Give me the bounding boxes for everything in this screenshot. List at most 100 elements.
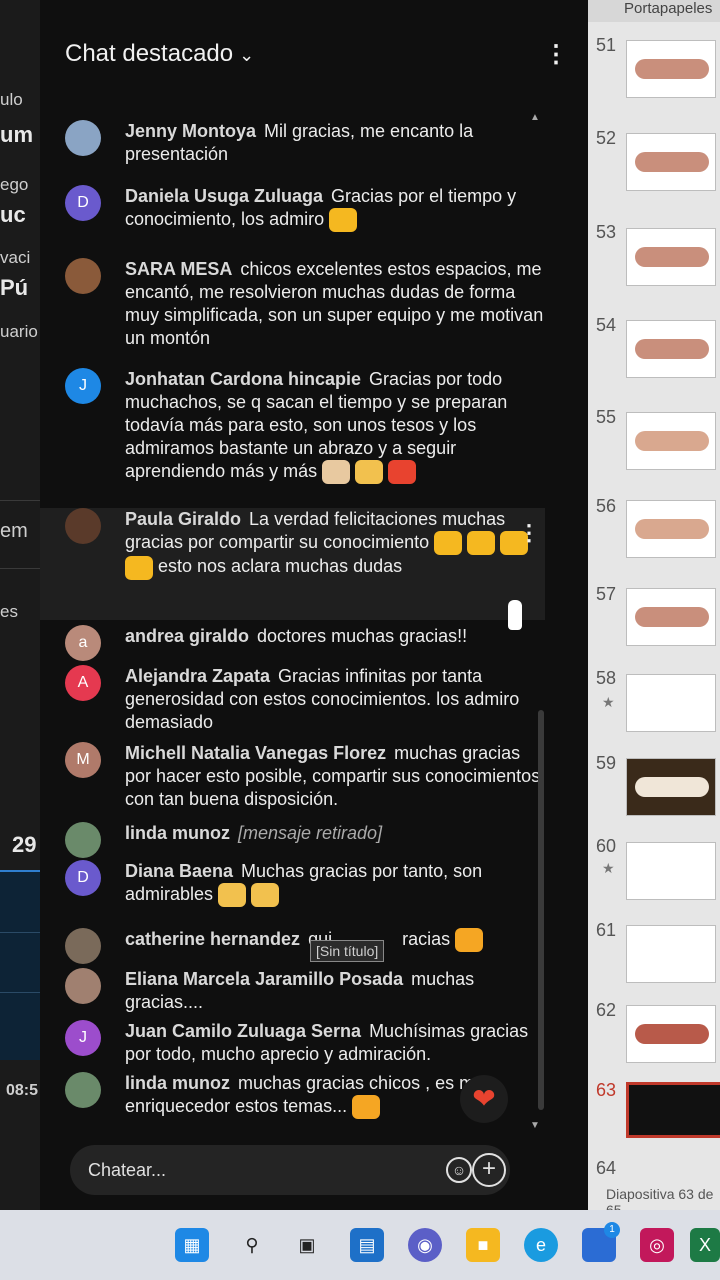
slide-thumbnail-active[interactable]	[626, 1082, 720, 1138]
chat-input[interactable]	[88, 1155, 388, 1185]
slide-thumbnail[interactable]	[626, 925, 716, 983]
add-circle-icon[interactable]: +	[472, 1153, 506, 1187]
slide-number: 64	[596, 1158, 617, 1178]
slide-thumbnail[interactable]	[626, 1005, 716, 1063]
left-fragment: uc	[0, 202, 26, 227]
smiling-face-with-hearts-icon	[455, 928, 484, 953]
message-author[interactable]: Jenny Montoya	[125, 121, 256, 141]
edge-browser-icon[interactable]: e	[524, 1228, 558, 1262]
slide-number: 52	[596, 128, 617, 148]
heart-icon[interactable]: ❤	[460, 1075, 508, 1123]
clock-fragment: 08:5	[6, 1082, 39, 1099]
windows-start-icon[interactable]: ▦	[175, 1228, 209, 1262]
message-text: doctores muchas gracias!!	[257, 626, 468, 646]
viewer-count: 29	[12, 832, 37, 857]
message-author[interactable]: catherine hernandez	[125, 929, 300, 949]
slide-thumbnail[interactable]	[626, 500, 716, 558]
heart-hands-icon	[218, 883, 247, 908]
slide-thumbnail[interactable]	[626, 133, 716, 191]
avatar[interactable]	[65, 120, 101, 156]
chat-scrollbar[interactable]	[538, 710, 544, 1110]
smiling-face-with-hearts-icon	[352, 1095, 381, 1120]
clipboard-label: Portapapeles	[588, 0, 720, 22]
slide-thumbnail[interactable]	[626, 40, 716, 98]
slide-star-icon: ★	[602, 694, 615, 710]
chat-input-container: ☺	[70, 1145, 510, 1195]
slide-number: 62	[596, 1000, 617, 1020]
screen-recorder-icon[interactable]: ◎	[640, 1228, 674, 1262]
message-author[interactable]: andrea giraldo	[125, 626, 249, 646]
divider	[0, 500, 40, 501]
slide-thumbnail[interactable]	[626, 412, 716, 470]
left-fragment: um	[0, 122, 33, 147]
slide-thumbnail[interactable]	[626, 674, 716, 732]
widgets-icon[interactable]: ▤	[350, 1228, 384, 1262]
message-text-continued: esto nos aclara muchas dudas	[158, 556, 403, 577]
folded-hands-icon	[322, 460, 351, 485]
avatar[interactable]: a	[65, 625, 101, 661]
teams-chat-icon[interactable]: ◉	[408, 1228, 442, 1262]
slide-star-icon: ★	[602, 860, 615, 876]
star-struck-icon	[329, 208, 358, 233]
message-author[interactable]: SARA MESA	[125, 259, 232, 279]
avatar[interactable]: D	[65, 185, 101, 221]
slide-thumbnail[interactable]	[626, 758, 716, 816]
avatar[interactable]	[65, 508, 101, 544]
heart-on-fire-icon	[388, 460, 417, 485]
chat-header: Chat destacado ⌄ ⋮	[40, 20, 588, 90]
file-explorer-icon[interactable]: ■	[466, 1228, 500, 1262]
more-vert-icon[interactable]: ⋮	[544, 43, 568, 67]
message-author[interactable]: Daniela Usuga Zuluaga	[125, 186, 323, 206]
message-author[interactable]: Michell Natalia Vanegas Florez	[125, 743, 386, 763]
avatar[interactable]: J	[65, 1020, 101, 1056]
message-author[interactable]: Eliana Marcela Jaramillo Posada	[125, 969, 403, 989]
message-author[interactable]: linda munoz	[125, 1073, 230, 1093]
message-author[interactable]: Juan Camilo Zuluaga Serna	[125, 1021, 361, 1041]
slide-number: 51	[596, 35, 617, 55]
windows-taskbar: ▦ ⚲ ▣ ▤ ◉ ■ e 1 ◎ X	[0, 1210, 720, 1280]
slide-status: Diapositiva 63 de 65	[588, 1180, 720, 1218]
message-author[interactable]: Diana Baena	[125, 861, 233, 881]
live-chat-panel: Chat destacado ⌄ ⋮ ▲ Jenny Montoya Mil gra…	[40, 0, 588, 1210]
tooltip: [Sin título]	[310, 940, 385, 962]
message-menu-icon[interactable]: ⋮	[518, 520, 540, 546]
slide-thumbnail[interactable]	[626, 228, 716, 286]
slide-thumbnail[interactable]	[626, 842, 716, 900]
slide-thumbnail-panel: Portapapeles 51 52 53 54 55 56 57 58 ★ 5…	[588, 0, 720, 1218]
avatar[interactable]: A	[65, 665, 101, 701]
excel-icon[interactable]: X	[690, 1228, 720, 1262]
search-icon[interactable]: ⚲	[235, 1228, 269, 1262]
message-author[interactable]: Alejandra Zapata	[125, 666, 270, 686]
avatar[interactable]	[65, 1072, 101, 1108]
message-author[interactable]: linda munoz	[125, 823, 230, 843]
analytics-graph	[0, 870, 40, 1060]
left-background-window: ulo um ego uc vaci Pú uario em es 29 08:…	[0, 0, 40, 1210]
message-author[interactable]: Jonhatan Cardona hincapie	[125, 369, 361, 389]
folded-hands-icon	[467, 531, 496, 556]
avatar[interactable]	[65, 928, 101, 964]
avatar[interactable]: J	[65, 368, 101, 404]
avatar[interactable]	[65, 258, 101, 294]
slide-number: 54	[596, 315, 617, 335]
slide-number: 53	[596, 222, 617, 242]
chat-mode-selector[interactable]: Chat destacado ⌄	[65, 40, 254, 68]
avatar[interactable]: D	[65, 860, 101, 896]
slide-thumbnail[interactable]	[626, 588, 716, 646]
message-text: [mensaje retirado]	[238, 823, 383, 843]
avatar[interactable]: M	[65, 742, 101, 778]
avatar[interactable]	[65, 822, 101, 858]
message-text-continued: racias	[402, 929, 451, 949]
store-icon[interactable]: 1	[582, 1222, 620, 1262]
avatar[interactable]	[65, 968, 101, 1004]
left-fragment: vaci	[0, 248, 31, 267]
scroll-down-icon[interactable]: ▼	[530, 1120, 540, 1131]
divider	[0, 568, 40, 569]
emoji-smile-icon[interactable]: ☺	[446, 1157, 472, 1183]
chevron-down-icon: ⌄	[239, 45, 255, 65]
slide-thumbnail[interactable]	[626, 320, 716, 378]
task-view-icon[interactable]: ▣	[290, 1228, 324, 1262]
heart-hands-icon	[355, 460, 384, 485]
slide-number-active: 63	[596, 1080, 617, 1100]
heart-hands-icon	[251, 883, 280, 908]
message-author[interactable]: Paula Giraldo	[125, 509, 241, 529]
